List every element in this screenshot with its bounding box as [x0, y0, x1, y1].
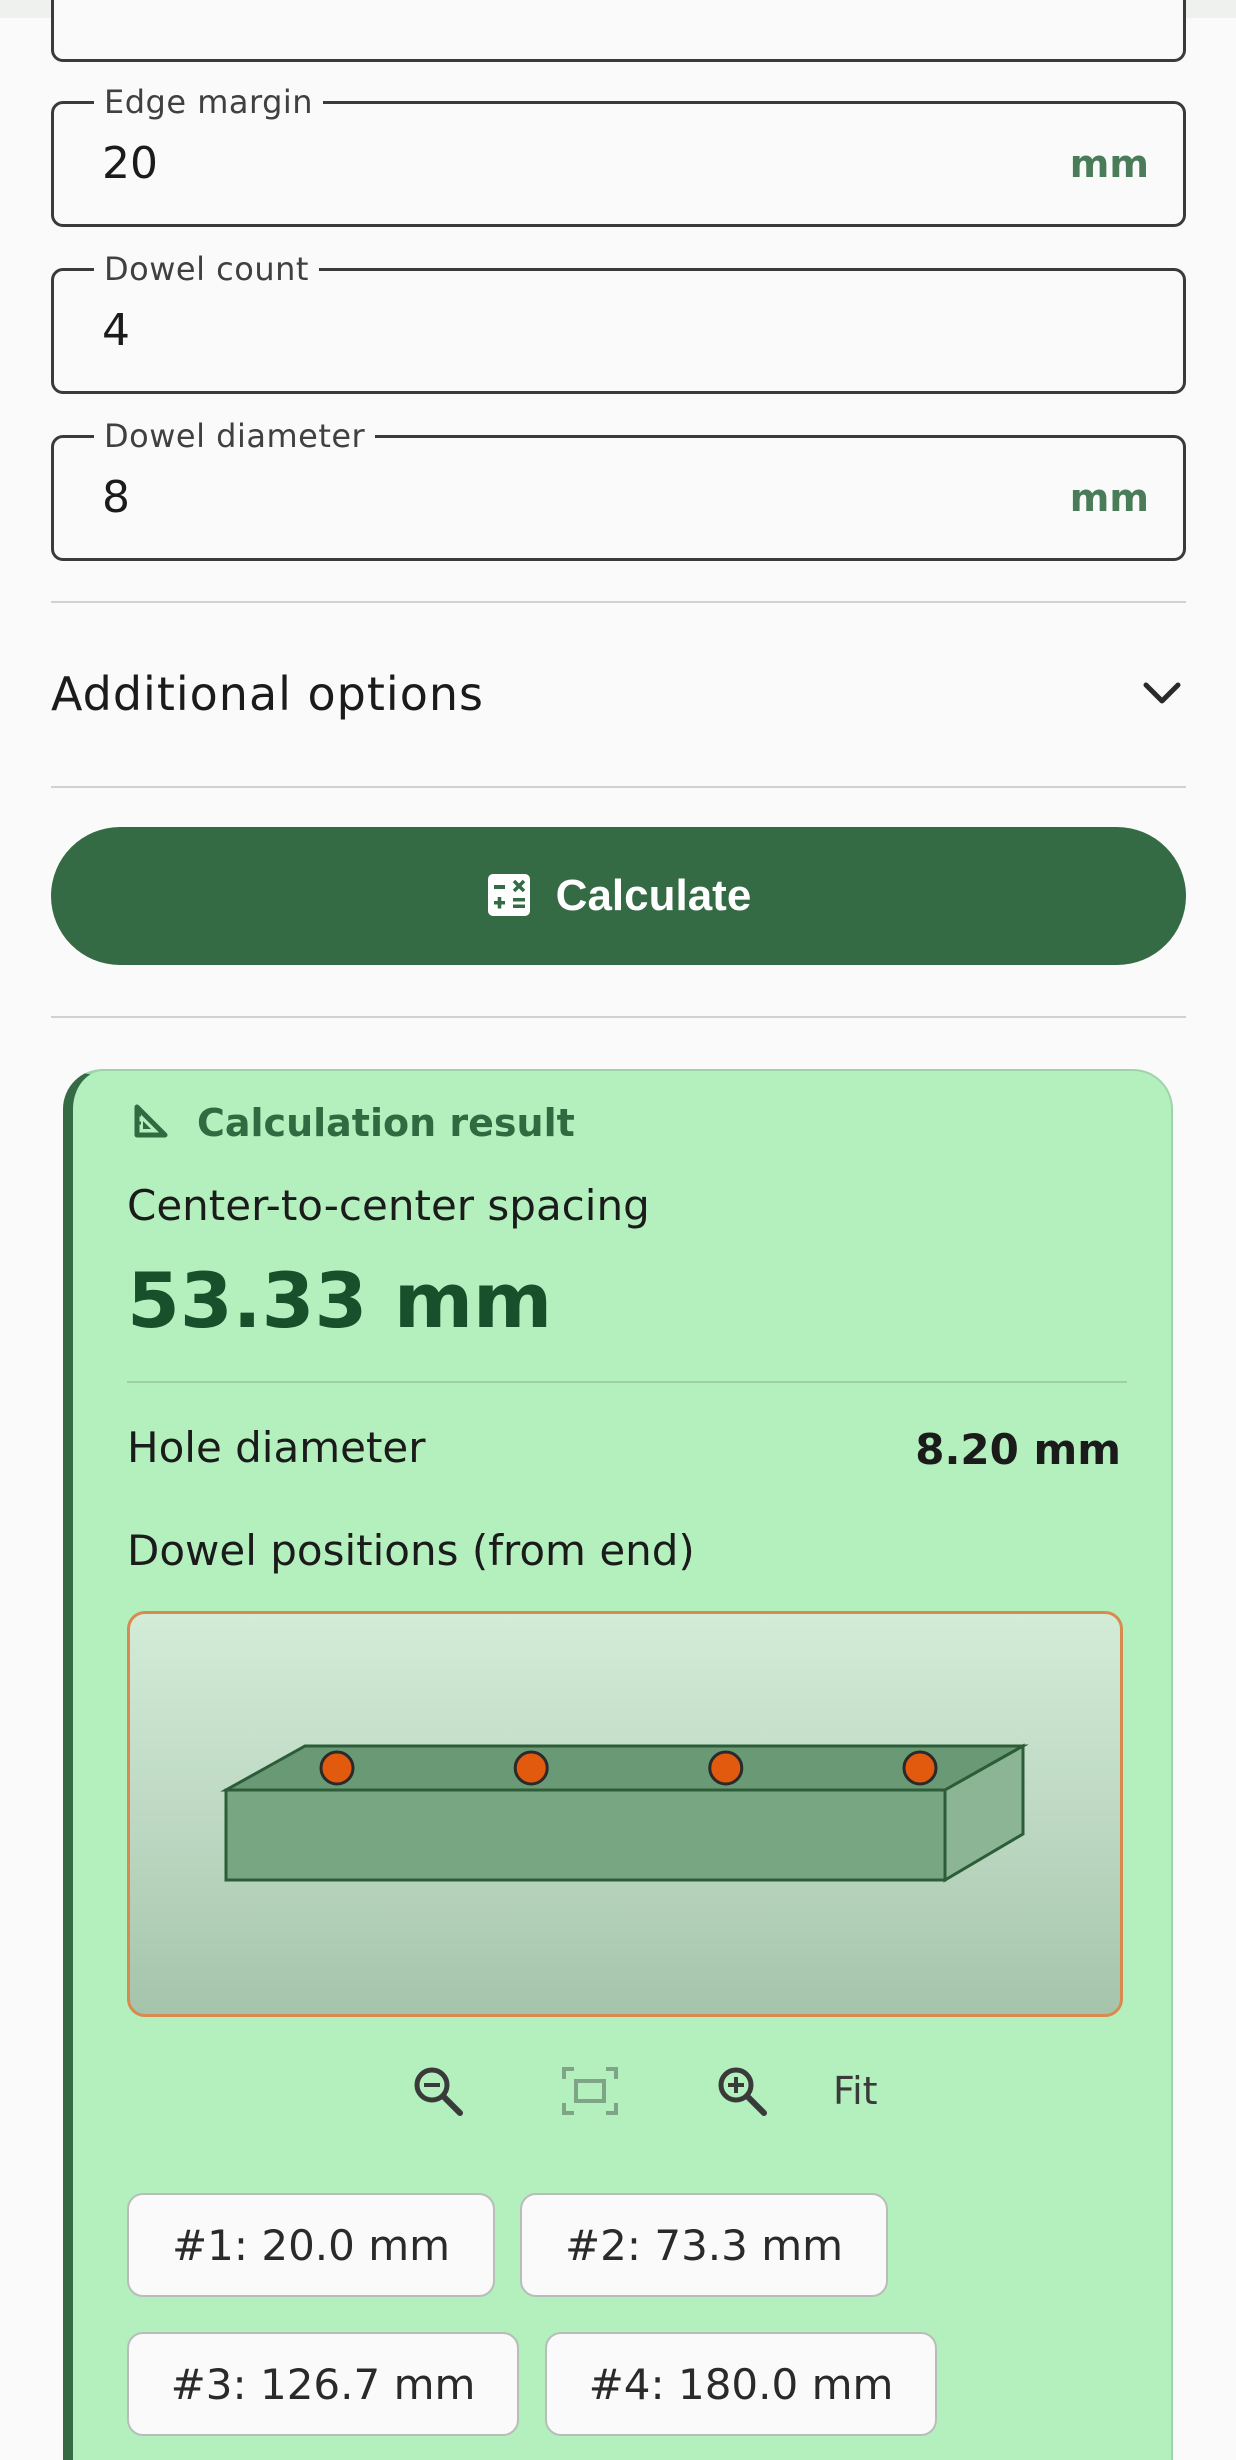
dowel-diameter-field[interactable]: Dowel diameter 8 mm	[51, 418, 1186, 561]
chevron-down-icon[interactable]	[1138, 670, 1186, 718]
board-front-face	[224, 1788, 947, 1882]
calculate-button[interactable]: Calculate	[51, 827, 1186, 965]
zoom-in-icon[interactable]	[710, 2059, 774, 2123]
fit-to-screen-icon[interactable]	[558, 2059, 622, 2123]
hole-diameter-label: Hole diameter	[127, 1423, 426, 1472]
diagram-controls: Fit	[73, 2051, 1173, 2131]
dowel-count-field[interactable]: Dowel count 4	[51, 251, 1186, 394]
edge-margin-field[interactable]: Edge margin 20 mm	[51, 84, 1186, 227]
calculator-icon	[486, 872, 532, 921]
dowel-hole-2	[513, 1750, 549, 1786]
dowel-diameter-input[interactable]: 8	[102, 438, 902, 558]
hole-diameter-value: 8.20 mm	[915, 1425, 1121, 1474]
spacing-label: Center-to-center spacing	[127, 1181, 650, 1230]
result-divider	[127, 1381, 1127, 1383]
position-chip-4[interactable]: #4: 180.0 mm	[545, 2332, 937, 2436]
zoom-out-icon[interactable]	[406, 2059, 470, 2123]
edge-margin-input[interactable]: 20	[102, 104, 902, 224]
edge-margin-unit: mm	[1069, 142, 1149, 186]
set-square-icon	[131, 1101, 171, 1145]
dowel-count-input[interactable]: 4	[102, 271, 902, 391]
result-header: Calculation result	[131, 1101, 575, 1145]
spacing-value: 53.33 mm	[127, 1256, 553, 1345]
position-chip-1[interactable]: #1: 20.0 mm	[127, 2193, 495, 2297]
additional-options-toggle[interactable]: Additional options	[51, 604, 1186, 784]
divider-middle	[51, 786, 1186, 788]
dowel-diagram[interactable]	[127, 1611, 1123, 2017]
board-3d-view	[220, 1743, 1029, 1883]
fit-label[interactable]: Fit	[833, 2069, 878, 2113]
position-chip-2[interactable]: #2: 73.3 mm	[520, 2193, 888, 2297]
divider-bottom	[51, 1016, 1186, 1018]
dowel-hole-1	[319, 1750, 355, 1786]
positions-label: Dowel positions (from end)	[127, 1526, 695, 1575]
dowel-hole-3	[708, 1750, 744, 1786]
divider-top	[51, 601, 1186, 603]
result-heading: Calculation result	[197, 1101, 575, 1145]
dowel-diameter-unit: mm	[1069, 476, 1149, 520]
additional-options-label: Additional options	[51, 667, 484, 721]
result-card: Calculation result Center-to-center spac…	[63, 1069, 1173, 2460]
previous-field[interactable]	[51, 0, 1186, 62]
calculate-button-label: Calculate	[555, 871, 752, 920]
position-chip-3[interactable]: #3: 126.7 mm	[127, 2332, 519, 2436]
dowel-hole-4	[902, 1750, 938, 1786]
